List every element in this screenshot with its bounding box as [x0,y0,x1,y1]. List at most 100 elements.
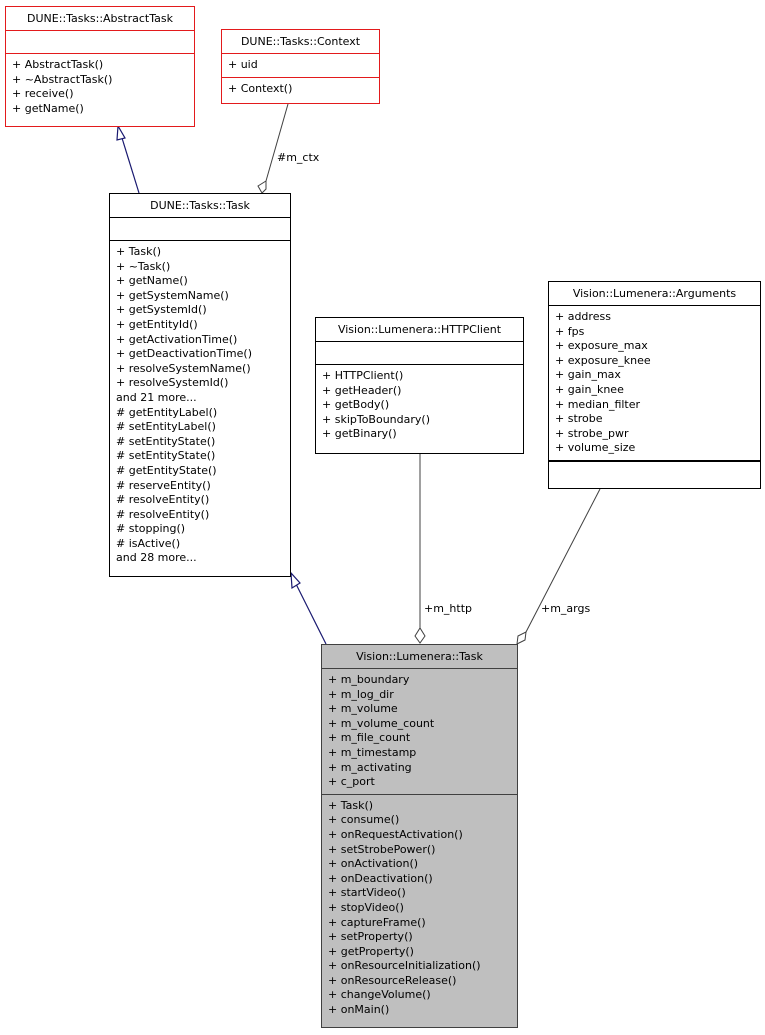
member-row[interactable]: + resolveSystemName() [116,362,284,377]
class-name: Vision::Lumenera::Arguments [572,287,737,300]
methods-section: + AbstractTask() + ~AbstractTask() + recei… [6,53,194,120]
member-row[interactable]: # stopping() [116,522,284,537]
member-row[interactable]: + m_timestamp [328,746,511,761]
inheritance-edge-lumenera-task [295,583,327,645]
class-name: DUNE::Tasks::Task [150,199,250,212]
member-row[interactable]: + exposure_max [555,339,754,354]
member-row[interactable]: + getBody() [322,398,517,413]
member-row[interactable]: + getHeader() [322,384,517,399]
member-row[interactable]: # getEntityLabel() [116,406,284,421]
class-name: DUNE::Tasks::AbstractTask [27,12,173,25]
member-row[interactable]: + captureFrame() [328,916,511,931]
member-row[interactable]: + getBinary() [322,427,517,442]
member-row[interactable]: + HTTPClient() [322,369,517,384]
member-row[interactable]: + setStrobePower() [328,843,511,858]
member-row[interactable]: + getName() [12,102,188,117]
member-row[interactable]: # resolveEntity() [116,508,284,523]
member-row[interactable]: + onResourceRelease() [328,974,511,989]
member-row[interactable]: + getSystemId() [116,303,284,318]
member-row[interactable]: + getProperty() [328,945,511,960]
member-row[interactable]: + Task() [116,245,284,260]
member-row[interactable]: + startVideo() [328,886,511,901]
member-row[interactable]: + ~Task() [116,260,284,275]
member-row[interactable]: + m_log_dir [328,688,511,703]
methods-section: + Task() + consume() + onRequestActivation… [322,793,517,1022]
member-row[interactable]: # isActive() [116,537,284,552]
edge-label-m-http: +m_http [424,602,473,615]
methods-section: + Task() + ~Task() + getName() + getSystemN… [110,240,290,570]
member-row[interactable]: + m_file_count [328,731,511,746]
edge-label-m-args: +m_args [541,602,591,615]
member-row[interactable]: + onMain() [328,1003,511,1018]
member-row[interactable]: + address [555,310,754,325]
member-row[interactable]: + skipToBoundary() [322,413,517,428]
aggregation-diamond-icon [257,180,267,194]
inheritance-edge-task-abstracttask [121,137,140,194]
class-lumenera-task[interactable]: Vision::Lumenera::Task + m_boundary + m_l… [321,644,518,1028]
class-abstract-task[interactable]: DUNE::Tasks::AbstractTask + AbstractTask… [5,6,195,127]
member-row[interactable]: + getSystemName() [116,289,284,304]
member-row[interactable]: + c_port [328,775,511,790]
member-row[interactable]: + Task() [328,799,511,814]
class-dune-task[interactable]: DUNE::Tasks::Task + Task() + ~Task() + get… [109,193,291,577]
methods-section: + HTTPClient() + getHeader() + getBody() + … [316,364,523,446]
member-row[interactable]: + onDeactivation() [328,872,511,887]
member-row[interactable]: and 21 more... [116,391,284,406]
member-row[interactable]: # reserveEntity() [116,479,284,494]
member-row[interactable]: + onResourceInitialization() [328,959,511,974]
member-row[interactable]: + resolveSystemId() [116,376,284,391]
attributes-section [6,30,194,53]
member-row[interactable]: # setEntityState() [116,435,284,450]
member-row[interactable]: + AbstractTask() [12,58,188,73]
member-row[interactable]: + consume() [328,813,511,828]
member-row[interactable]: + setProperty() [328,930,511,945]
edge-label-m-ctx: #m_ctx [277,151,320,164]
attributes-section: + uid [222,53,379,77]
class-arguments[interactable]: Vision::Lumenera::Arguments + address + f… [548,281,761,489]
class-context[interactable]: DUNE::Tasks::Context + uid + Context() [221,29,380,104]
class-name: Vision::Lumenera::Task [356,650,483,663]
member-row[interactable]: + strobe_pwr [555,427,754,442]
member-row[interactable]: + getEntityId() [116,318,284,333]
member-row[interactable]: # setEntityState() [116,449,284,464]
member-row[interactable]: + getDeactivationTime() [116,347,284,362]
member-row[interactable]: + m_boundary [328,673,511,688]
member-row[interactable]: + onActivation() [328,857,511,872]
attributes-section [110,217,290,240]
member-row[interactable]: + m_volume [328,702,511,717]
member-row[interactable]: + m_volume_count [328,717,511,732]
member-row[interactable]: + uid [228,58,373,73]
class-http-client[interactable]: Vision::Lumenera::HTTPClient + HTTPClien… [315,317,524,454]
member-row[interactable]: + getName() [116,274,284,289]
association-edge-m-ctx [265,103,289,182]
attributes-section: + m_boundary + m_log_dir + m_volume + m_vol… [322,668,517,794]
class-name: DUNE::Tasks::Context [240,35,361,48]
member-row[interactable]: + gain_max [555,368,754,383]
class-name: Vision::Lumenera::HTTPClient [337,323,502,336]
attributes-section: + address + fps + exposure_max + exposure_k… [549,305,760,460]
member-row[interactable]: + volume_size [555,441,754,456]
member-row[interactable]: + median_filter [555,398,754,413]
member-row[interactable]: + onRequestActivation() [328,828,511,843]
member-row[interactable]: + getActivationTime() [116,333,284,348]
member-row[interactable]: + strobe [555,412,754,427]
member-row[interactable]: + exposure_knee [555,354,754,369]
methods-section [549,459,760,484]
member-row[interactable]: + gain_knee [555,383,754,398]
attributes-section [316,341,523,364]
aggregation-diamond-icon [414,627,426,644]
member-row[interactable]: + fps [555,325,754,340]
member-row[interactable]: + stopVideo() [328,901,511,916]
member-row[interactable]: + Context() [228,82,373,97]
member-row[interactable]: + m_activating [328,761,511,776]
aggregation-diamond-icon [516,631,527,645]
member-row[interactable]: # setEntityLabel() [116,420,284,435]
member-row[interactable]: # getEntityState() [116,464,284,479]
member-row[interactable]: + ~AbstractTask() [12,73,188,88]
member-row[interactable]: + receive() [12,87,188,102]
member-row[interactable]: + changeVolume() [328,988,511,1003]
member-row[interactable]: # resolveEntity() [116,493,284,508]
methods-section: + Context() [222,76,379,101]
inheritance-arrowhead-icon [116,124,126,141]
member-row[interactable]: and 28 more... [116,551,284,566]
